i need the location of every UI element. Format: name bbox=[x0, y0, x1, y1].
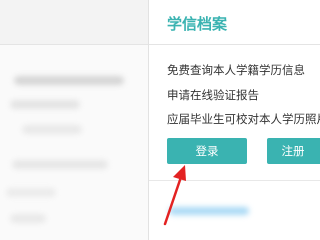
title-divider bbox=[149, 44, 320, 45]
blurred-link[interactable] bbox=[169, 207, 249, 215]
blurred-text-line bbox=[12, 160, 108, 169]
blurred-text-line bbox=[10, 100, 80, 109]
register-button[interactable]: 注册 bbox=[267, 138, 320, 164]
section-divider bbox=[149, 180, 320, 181]
feature-item-photo-check: 应届毕业生可校对本人学历照片 bbox=[167, 112, 320, 126]
feature-item-verify-report: 申请在线验证报告 bbox=[167, 88, 259, 102]
xuexin-archive-card: 学信档案 免费查询本人学籍学历信息 申请在线验证报告 应届毕业生可校对本人学历照… bbox=[149, 0, 320, 240]
blurred-left-panel bbox=[0, 0, 148, 240]
card-title: 学信档案 bbox=[167, 15, 228, 33]
blurred-text-line bbox=[10, 214, 46, 223]
blurred-text-line bbox=[14, 76, 124, 85]
feature-item-query: 免费查询本人学籍学历信息 bbox=[167, 63, 305, 77]
blurred-text-line bbox=[6, 188, 56, 197]
login-button[interactable]: 登录 bbox=[167, 138, 247, 164]
blurred-header-strip bbox=[0, 0, 148, 45]
blurred-text-line bbox=[22, 125, 82, 134]
